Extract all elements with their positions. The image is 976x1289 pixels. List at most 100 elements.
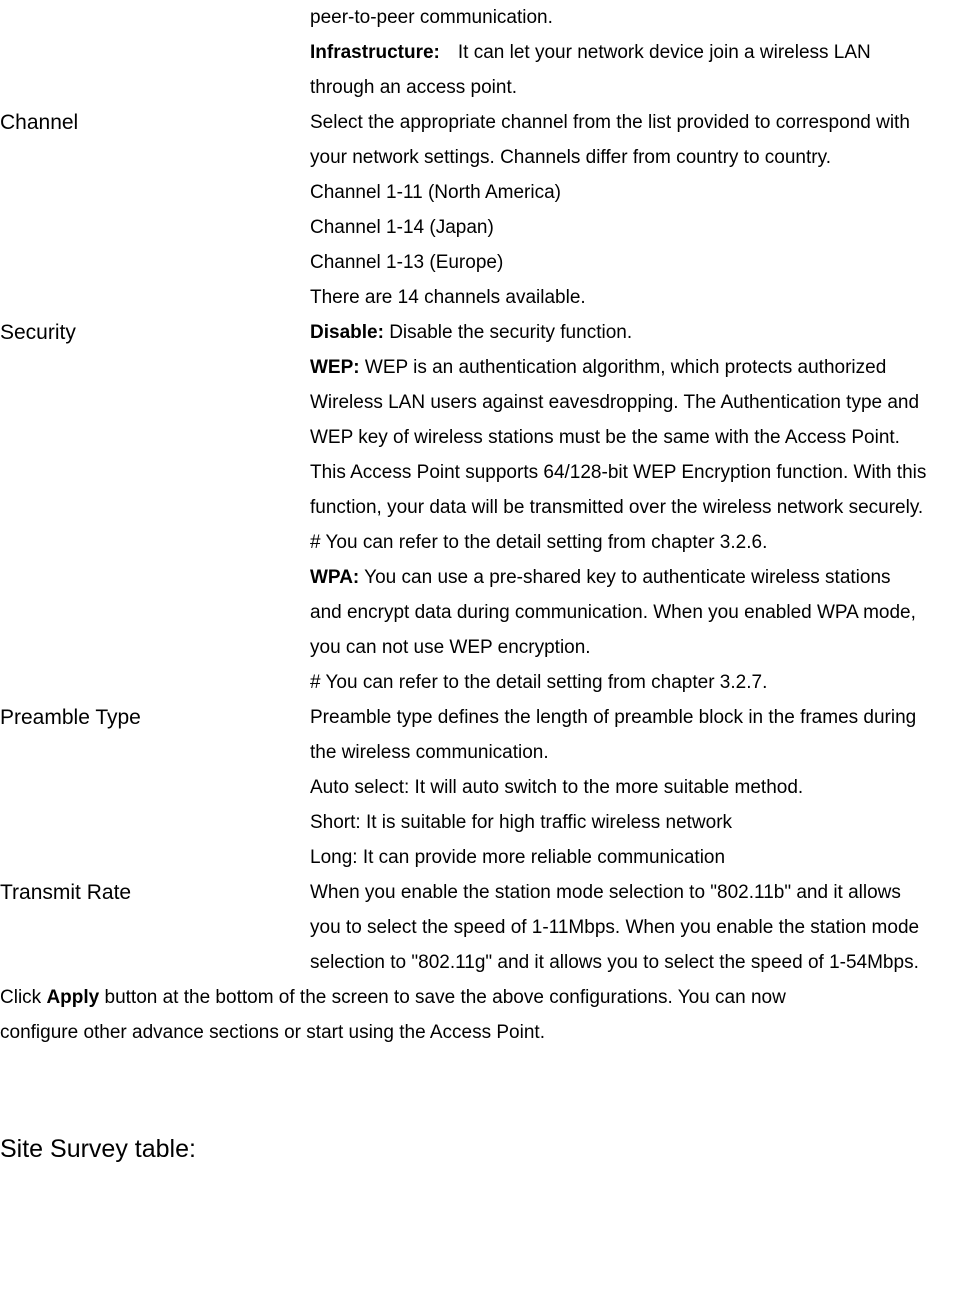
description-text: Channel 1-13 (Europe): [310, 252, 503, 273]
definition-row: WPA: You can use a pre-shared key to aut…: [0, 560, 976, 595]
description-line: # You can refer to the detail setting fr…: [310, 525, 976, 560]
description-line: WEP key of wireless stations must be the…: [310, 420, 976, 455]
definition-row: # You can refer to the detail setting fr…: [0, 665, 976, 700]
definition-row: you can not use WEP encryption.: [0, 630, 976, 665]
description-line: you to select the speed of 1-11Mbps. Whe…: [310, 910, 976, 945]
definition-list: peer-to-peer communication. Infrastructur…: [0, 0, 976, 980]
bold-term: Infrastructure:: [310, 42, 440, 63]
description-line: Select the appropriate channel from the …: [310, 105, 976, 140]
description-text: Disable the security function.: [384, 322, 632, 343]
description-text: Channel 1-14 (Japan): [310, 217, 494, 238]
description-line: you can not use WEP encryption.: [310, 630, 976, 665]
description-line: and encrypt data during communication. W…: [310, 595, 976, 630]
description-line: When you enable the station mode selecti…: [310, 875, 976, 910]
description-text: you can not use WEP encryption.: [310, 637, 591, 658]
description-line: Auto select: It will auto switch to the …: [310, 770, 976, 805]
description-line: Channel 1-13 (Europe): [310, 245, 976, 280]
description-text: the wireless communication.: [310, 742, 549, 763]
bold-term: Disable:: [310, 322, 384, 343]
description-line: Channel 1-11 (North America): [310, 175, 976, 210]
footer-paragraph-line2: configure other advance sections or star…: [0, 1015, 976, 1050]
definition-row: you to select the speed of 1-11Mbps. Whe…: [0, 910, 976, 945]
definition-row: peer-to-peer communication.: [0, 0, 976, 35]
description-text: # You can refer to the detail setting fr…: [310, 532, 767, 553]
definition-row: Long: It can provide more reliable commu…: [0, 840, 976, 875]
definition-row: selection to "802.11g" and it allows you…: [0, 945, 976, 980]
description-line: There are 14 channels available.: [310, 280, 976, 315]
description-line: Wireless LAN users against eavesdropping…: [310, 385, 976, 420]
definition-row: Auto select: It will auto switch to the …: [0, 770, 976, 805]
description-text: and encrypt data during communication. W…: [310, 602, 916, 623]
description-text: Select the appropriate channel from the …: [310, 112, 910, 133]
description-text: When you enable the station mode selecti…: [310, 882, 901, 903]
term-label: Preamble Type: [0, 700, 310, 735]
description-line: through an access point.: [310, 70, 976, 105]
definition-row: Short: It is suitable for high traffic w…: [0, 805, 976, 840]
description-text: Wireless LAN users against eavesdropping…: [310, 392, 919, 413]
term-label: Channel: [0, 105, 310, 140]
definition-row: Wireless LAN users against eavesdropping…: [0, 385, 976, 420]
description-text: WEP is an authentication algorithm, whic…: [360, 357, 887, 378]
bold-term: WEP:: [310, 357, 360, 378]
description-text: Long: It can provide more reliable commu…: [310, 847, 725, 868]
term-label: Security: [0, 315, 310, 350]
description-text: selection to "802.11g" and it allows you…: [310, 952, 919, 973]
description-line: function, your data will be transmitted …: [310, 490, 976, 525]
description-text: Short: It is suitable for high traffic w…: [310, 812, 732, 833]
description-line: peer-to-peer communication.: [310, 0, 976, 35]
description-text: This Access Point supports 64/128-bit WE…: [310, 462, 926, 483]
description-line: Channel 1-14 (Japan): [310, 210, 976, 245]
footer-paragraph-line1: Click Apply button at the bottom of the …: [0, 980, 976, 1015]
description-line: selection to "802.11g" and it allows you…: [310, 945, 976, 980]
definition-row: the wireless communication.: [0, 735, 976, 770]
footer-post1: button at the bottom of the screen to sa…: [99, 987, 786, 1008]
description-line: Short: It is suitable for high traffic w…: [310, 805, 976, 840]
footer-pre: Click: [0, 987, 46, 1008]
description-text: you to select the speed of 1-11Mbps. Whe…: [310, 917, 919, 938]
description-line: Long: It can provide more reliable commu…: [310, 840, 976, 875]
description-text: peer-to-peer communication.: [310, 7, 553, 28]
description-line: Infrastructure: It can let your network d…: [310, 35, 976, 70]
description-line: the wireless communication.: [310, 735, 976, 770]
definition-row: function, your data will be transmitted …: [0, 490, 976, 525]
description-text: Auto select: It will auto switch to the …: [310, 777, 803, 798]
definition-row: Transmit RateWhen you enable the station…: [0, 875, 976, 910]
definition-row: WEP: WEP is an authentication algorithm,…: [0, 350, 976, 385]
description-text: Preamble type defines the length of prea…: [310, 707, 916, 728]
description-line: your network settings. Channels differ f…: [310, 140, 976, 175]
definition-row: WEP key of wireless stations must be the…: [0, 420, 976, 455]
definition-row: ChannelSelect the appropriate channel fr…: [0, 105, 976, 140]
section-header-site-survey: Site Survey table:: [0, 1135, 976, 1164]
description-line: WEP: WEP is an authentication algorithm,…: [310, 350, 976, 385]
description-line: Preamble type defines the length of prea…: [310, 700, 976, 735]
description-line: WPA: You can use a pre-shared key to aut…: [310, 560, 976, 595]
definition-row: through an access point.: [0, 70, 976, 105]
definition-row: # You can refer to the detail setting fr…: [0, 525, 976, 560]
definition-row: Channel 1-13 (Europe): [0, 245, 976, 280]
description-text: It can let your network device join a wi…: [458, 42, 871, 63]
description-text: function, your data will be transmitted …: [310, 497, 923, 518]
footer-bold-apply: Apply: [46, 987, 99, 1008]
description-text: your network settings. Channels differ f…: [310, 147, 831, 168]
document-page: peer-to-peer communication. Infrastructur…: [0, 0, 976, 1289]
definition-row: There are 14 channels available.: [0, 280, 976, 315]
definition-row: your network settings. Channels differ f…: [0, 140, 976, 175]
term-label: Transmit Rate: [0, 875, 310, 910]
description-text: There are 14 channels available.: [310, 287, 586, 308]
definition-row: This Access Point supports 64/128-bit WE…: [0, 455, 976, 490]
description-line: Disable: Disable the security function.: [310, 315, 976, 350]
description-text: # You can refer to the detail setting fr…: [310, 672, 767, 693]
definition-row: Channel 1-11 (North America): [0, 175, 976, 210]
definition-row: and encrypt data during communication. W…: [0, 595, 976, 630]
description-text: through an access point.: [310, 77, 517, 98]
description-text: You can use a pre-shared key to authenti…: [359, 567, 890, 588]
description-line: # You can refer to the detail setting fr…: [310, 665, 976, 700]
description-line: This Access Point supports 64/128-bit WE…: [310, 455, 976, 490]
description-text: WEP key of wireless stations must be the…: [310, 427, 900, 448]
definition-row: SecurityDisable: Disable the security fu…: [0, 315, 976, 350]
description-text: Channel 1-11 (North America): [310, 182, 561, 203]
definition-row: Infrastructure: It can let your network d…: [0, 35, 976, 70]
definition-row: Channel 1-14 (Japan): [0, 210, 976, 245]
definition-row: Preamble TypePreamble type defines the l…: [0, 700, 976, 735]
bold-term: WPA:: [310, 567, 359, 588]
